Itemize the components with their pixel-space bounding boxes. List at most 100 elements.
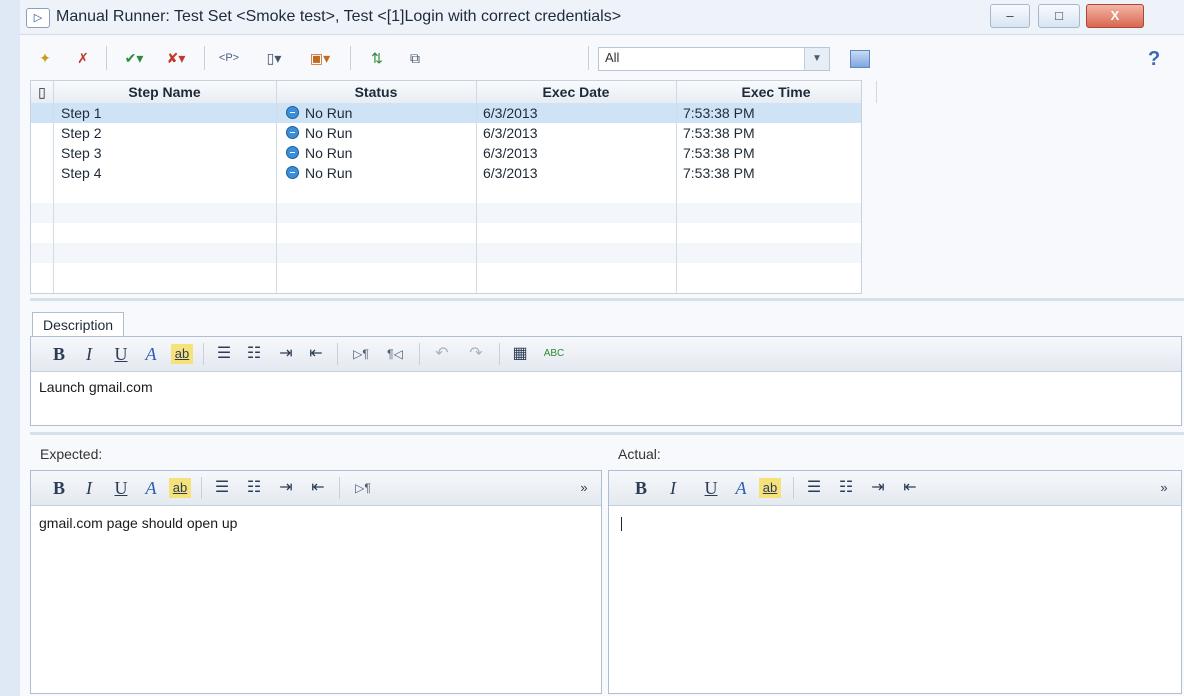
status-text: No Run	[305, 145, 353, 161]
numbered-list-icon[interactable]: ☷	[243, 344, 265, 364]
new-defect-icon[interactable]: ▣▾	[300, 46, 340, 70]
highlight-button[interactable]: ab	[759, 478, 781, 498]
fail-selected-icon[interactable]: ✘▾	[158, 46, 194, 70]
actual-panel: B I U A ab ☰ ☷ ⇥ ⇤ »	[608, 470, 1182, 694]
title-bar: ▷ Manual Runner: Test Set <Smoke test>, …	[20, 0, 1184, 35]
horizontal-splitter[interactable]	[30, 298, 1184, 301]
underline-button[interactable]: U	[111, 344, 131, 364]
manual-runner-icon: ▷	[26, 8, 50, 28]
table-row[interactable]: Step 3 No Run 6/3/2013 7:53:38 PM	[31, 143, 861, 163]
column-divider	[276, 103, 277, 293]
highlight-button[interactable]: ab	[171, 344, 193, 364]
step-name: Step 2	[61, 125, 102, 141]
indent-icon[interactable]: ⇥	[867, 478, 889, 498]
exec-time: 7:53:38 PM	[683, 105, 755, 121]
outdent-icon[interactable]: ⇤	[899, 478, 921, 498]
bold-button[interactable]: B	[631, 478, 651, 498]
format-separator	[499, 343, 500, 365]
minimize-button[interactable]: –	[990, 4, 1030, 28]
bullet-list-icon[interactable]: ☰	[803, 478, 825, 498]
italic-button[interactable]: I	[663, 478, 683, 498]
font-color-button[interactable]: A	[141, 478, 161, 498]
outdent-icon[interactable]: ⇤	[305, 344, 327, 364]
table-icon[interactable]: ▦	[509, 344, 531, 364]
no-run-icon	[286, 166, 299, 179]
indent-icon[interactable]: ⇥	[275, 344, 297, 364]
display-options-icon[interactable]	[850, 50, 870, 68]
spell-check-icon[interactable]: ABC	[539, 344, 569, 364]
close-icon: X	[1110, 8, 1120, 23]
description-panel: B I U A ab ☰ ☷ ⇥ ⇤ ▷¶ ¶◁ ↶ ↷ ▦ ABC Launc…	[30, 336, 1182, 426]
help-icon[interactable]: ?	[1148, 48, 1160, 71]
exec-date: 6/3/2013	[483, 125, 538, 141]
runner-toolbar: ✦ ✗ ✔▾ ✘▾ <P> ▯▾ ▣▾ ⇅ ⧉ All ▼ ?	[20, 42, 1184, 76]
outdent-icon[interactable]: ⇤	[307, 478, 329, 498]
text-cursor	[621, 517, 622, 531]
empty-row	[31, 243, 861, 263]
status-cell: No Run	[286, 163, 352, 183]
close-button[interactable]: X	[1086, 4, 1144, 28]
bold-button[interactable]: B	[49, 478, 69, 498]
bullet-list-icon[interactable]: ☰	[213, 344, 235, 364]
chevron-down-icon[interactable]: ▼	[804, 48, 829, 70]
table-row[interactable]: Step 2 No Run 6/3/2013 7:53:38 PM	[31, 123, 861, 143]
maximize-button[interactable]: □	[1038, 4, 1080, 28]
pass-selected-icon[interactable]: ✔▾	[116, 46, 152, 70]
font-color-button[interactable]: A	[141, 344, 161, 364]
format-separator	[419, 343, 420, 365]
column-divider	[676, 103, 677, 293]
column-header-exec-time[interactable]: Exec Time	[676, 81, 877, 103]
highlight-button[interactable]: ab	[169, 478, 191, 498]
numbered-list-icon[interactable]: ☷	[243, 478, 265, 498]
toolbar-separator	[204, 46, 205, 70]
more-options-icon[interactable]: »	[1155, 478, 1173, 498]
exec-time: 7:53:38 PM	[683, 165, 755, 181]
column-divider	[53, 103, 54, 293]
column-header-exec-date[interactable]: Exec Date	[476, 81, 677, 103]
attachment-column-icon: ▯	[31, 81, 54, 103]
redo-icon[interactable]: ↷	[465, 344, 487, 364]
table-row[interactable]: Step 1 No Run 6/3/2013 7:53:38 PM	[31, 103, 861, 123]
steps-grid: ▯ Step Name Status Exec Date Exec Time S…	[30, 80, 877, 294]
toolbar-separator	[350, 46, 351, 70]
numbered-list-icon[interactable]: ☷	[835, 478, 857, 498]
delete-step-icon[interactable]: ✗	[70, 46, 96, 70]
ltr-icon[interactable]: ▷¶	[347, 344, 375, 364]
expected-text[interactable]: gmail.com page should open up	[39, 515, 237, 531]
step-name: Step 1	[61, 105, 102, 121]
italic-button[interactable]: I	[79, 344, 99, 364]
underline-button[interactable]: U	[111, 478, 131, 498]
status-filter-value: All	[605, 50, 620, 65]
table-row[interactable]: Step 4 No Run 6/3/2013 7:53:38 PM	[31, 163, 861, 183]
no-run-icon	[286, 146, 299, 159]
actual-label: Actual:	[618, 446, 661, 462]
format-separator	[337, 343, 338, 365]
column-header-step-name[interactable]: Step Name	[53, 81, 277, 103]
toolbar-separator	[588, 46, 589, 70]
rtl-icon[interactable]: ¶◁	[381, 344, 409, 364]
exec-date: 6/3/2013	[483, 105, 538, 121]
underline-button[interactable]: U	[701, 478, 721, 498]
bullet-list-icon[interactable]: ☰	[211, 478, 233, 498]
status-text: No Run	[305, 125, 353, 141]
step-name: Step 4	[61, 165, 102, 181]
more-options-icon[interactable]: »	[575, 478, 593, 498]
layout-icon[interactable]: ⧉	[400, 46, 430, 70]
italic-button[interactable]: I	[79, 478, 99, 498]
parameters-icon[interactable]: <P>	[212, 46, 246, 70]
linked-defects-icon[interactable]: ⇅	[362, 46, 392, 70]
description-text[interactable]: Launch gmail.com	[39, 379, 153, 395]
indent-icon[interactable]: ⇥	[275, 478, 297, 498]
horizontal-splitter[interactable]	[30, 432, 1184, 435]
font-color-button[interactable]: A	[731, 478, 751, 498]
new-step-icon[interactable]: ✦	[32, 46, 58, 70]
tab-description[interactable]: Description	[32, 312, 125, 337]
ltr-icon[interactable]: ▷¶	[349, 478, 377, 498]
bold-button[interactable]: B	[49, 344, 69, 364]
no-run-icon	[286, 106, 299, 119]
status-text: No Run	[305, 105, 353, 121]
attachments-icon[interactable]: ▯▾	[254, 46, 294, 70]
status-filter-select[interactable]: All ▼	[598, 47, 830, 71]
column-header-status[interactable]: Status	[276, 81, 477, 103]
undo-icon[interactable]: ↶	[431, 344, 453, 364]
